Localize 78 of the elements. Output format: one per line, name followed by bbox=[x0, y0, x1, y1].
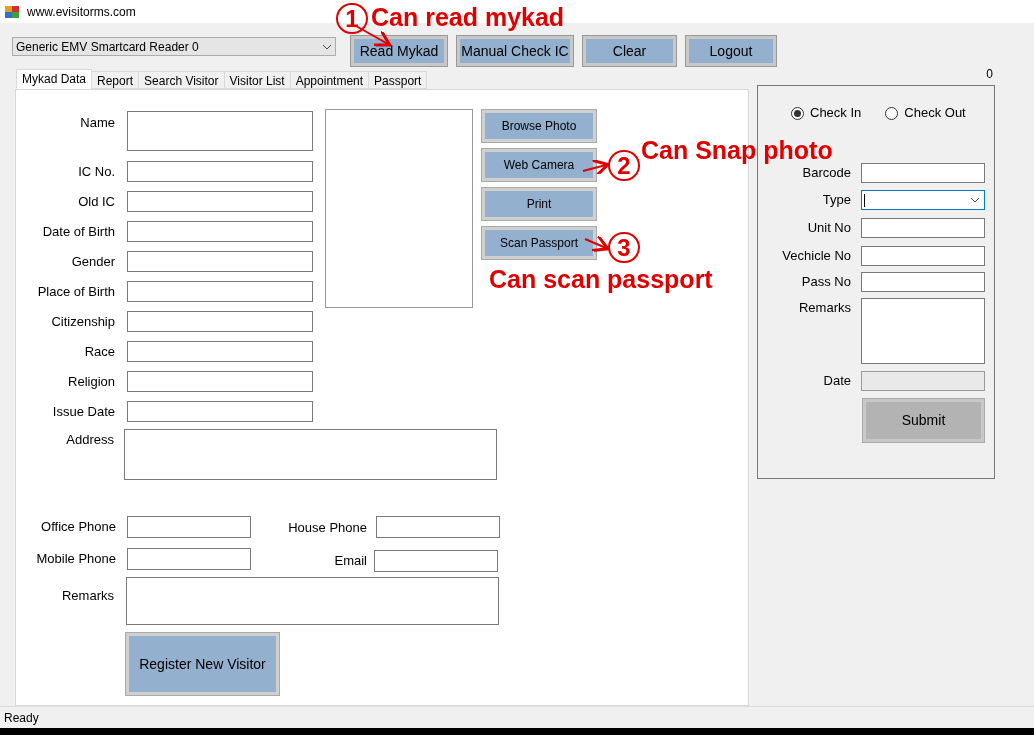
type-dropdown[interactable] bbox=[861, 190, 985, 210]
input-field[interactable] bbox=[127, 251, 313, 272]
reader-dropdown[interactable]: Generic EMV Smartcard Reader 0 bbox=[12, 37, 336, 56]
toolbar-button[interactable]: Clear bbox=[583, 36, 676, 66]
field-label: Barcode bbox=[801, 164, 851, 183]
tab[interactable]: Search Visitor bbox=[138, 71, 225, 89]
field-label: Religion bbox=[67, 372, 115, 391]
photo-button[interactable]: Scan Passport bbox=[482, 227, 596, 259]
submit-button[interactable]: Submit bbox=[863, 399, 984, 442]
radio-button[interactable]: Check In bbox=[791, 103, 862, 123]
tab[interactable]: Passport bbox=[368, 71, 428, 89]
input-field[interactable] bbox=[127, 161, 313, 182]
photo-button[interactable]: Print bbox=[482, 188, 596, 220]
toolbar-button[interactable]: Manual Check IC bbox=[457, 36, 573, 66]
photo-button[interactable]: Web Camera bbox=[482, 149, 596, 181]
input-field[interactable] bbox=[861, 298, 985, 364]
field-label: Email bbox=[333, 552, 367, 571]
input-field[interactable] bbox=[376, 516, 500, 538]
input-field[interactable] bbox=[861, 163, 985, 183]
input-field[interactable] bbox=[861, 218, 985, 238]
field-label: Unit No bbox=[806, 219, 851, 238]
status-text: Ready bbox=[4, 709, 39, 727]
field-label: Address bbox=[65, 431, 114, 449]
text-cursor bbox=[864, 193, 865, 207]
toolbar-button[interactable]: Read Mykad bbox=[351, 36, 447, 66]
field-label: IC No. bbox=[77, 162, 115, 181]
field-label: Gender bbox=[70, 252, 115, 271]
field-label: Mobile Phone bbox=[35, 549, 116, 568]
field-label: Date of Birth bbox=[41, 222, 115, 241]
field-label: Citizenship bbox=[50, 312, 115, 331]
annotation-text: Can read mykad bbox=[371, 5, 565, 29]
field-label: Issue Date bbox=[51, 402, 115, 421]
field-label: Office Phone bbox=[40, 517, 116, 536]
input-field[interactable] bbox=[127, 281, 313, 302]
input-field[interactable] bbox=[374, 550, 498, 572]
tab[interactable]: Report bbox=[91, 71, 140, 89]
window-title: www.evisitorms.com bbox=[27, 3, 136, 21]
field-label: Pass No bbox=[800, 273, 851, 292]
input-field[interactable] bbox=[127, 111, 313, 151]
input-field[interactable] bbox=[127, 515, 251, 538]
input-field[interactable] bbox=[127, 311, 313, 332]
input-field[interactable] bbox=[127, 191, 313, 212]
field-label: Place of Birth bbox=[36, 282, 115, 301]
radio-button[interactable]: Check Out bbox=[885, 103, 966, 123]
app-icon bbox=[4, 3, 20, 20]
field-label: Type bbox=[821, 191, 851, 210]
input-field[interactable] bbox=[127, 401, 313, 422]
chevron-down-icon bbox=[322, 43, 332, 50]
field-label: Vechicle No bbox=[781, 247, 851, 266]
toolbar-button[interactable]: Logout bbox=[686, 36, 776, 66]
input-field[interactable] bbox=[126, 577, 499, 625]
input-field[interactable] bbox=[861, 246, 985, 266]
field-label: Name bbox=[79, 114, 115, 132]
tab[interactable]: Visitor List bbox=[223, 71, 291, 89]
annotation-text: Can scan passport bbox=[489, 267, 713, 291]
tab[interactable]: Appointment bbox=[289, 71, 370, 89]
input-field[interactable] bbox=[127, 221, 313, 242]
input-field[interactable] bbox=[127, 341, 313, 362]
field-label: Race bbox=[83, 342, 115, 361]
field-label: Old IC bbox=[77, 192, 115, 211]
input-field[interactable] bbox=[861, 272, 985, 292]
annotation-text: Can Snap photo bbox=[641, 138, 833, 162]
chevron-down-icon bbox=[970, 197, 980, 203]
arrow bbox=[581, 160, 609, 174]
photo-button[interactable]: Browse Photo bbox=[482, 110, 596, 142]
register-button[interactable]: Register New Visitor bbox=[126, 633, 279, 695]
step-number: 3 bbox=[608, 232, 640, 263]
field-label: Date bbox=[822, 372, 851, 391]
field-label: House Phone bbox=[287, 519, 367, 538]
input-field[interactable] bbox=[124, 429, 497, 480]
input-field[interactable] bbox=[127, 371, 313, 392]
arrow bbox=[583, 236, 609, 252]
tab[interactable]: Mykad Data bbox=[16, 69, 93, 89]
field-label: Remarks bbox=[61, 587, 114, 605]
field-label: Remarks bbox=[798, 299, 851, 317]
input-field[interactable] bbox=[127, 547, 251, 570]
step-number: 2 bbox=[608, 150, 640, 181]
counter-label: 0 bbox=[985, 66, 993, 83]
